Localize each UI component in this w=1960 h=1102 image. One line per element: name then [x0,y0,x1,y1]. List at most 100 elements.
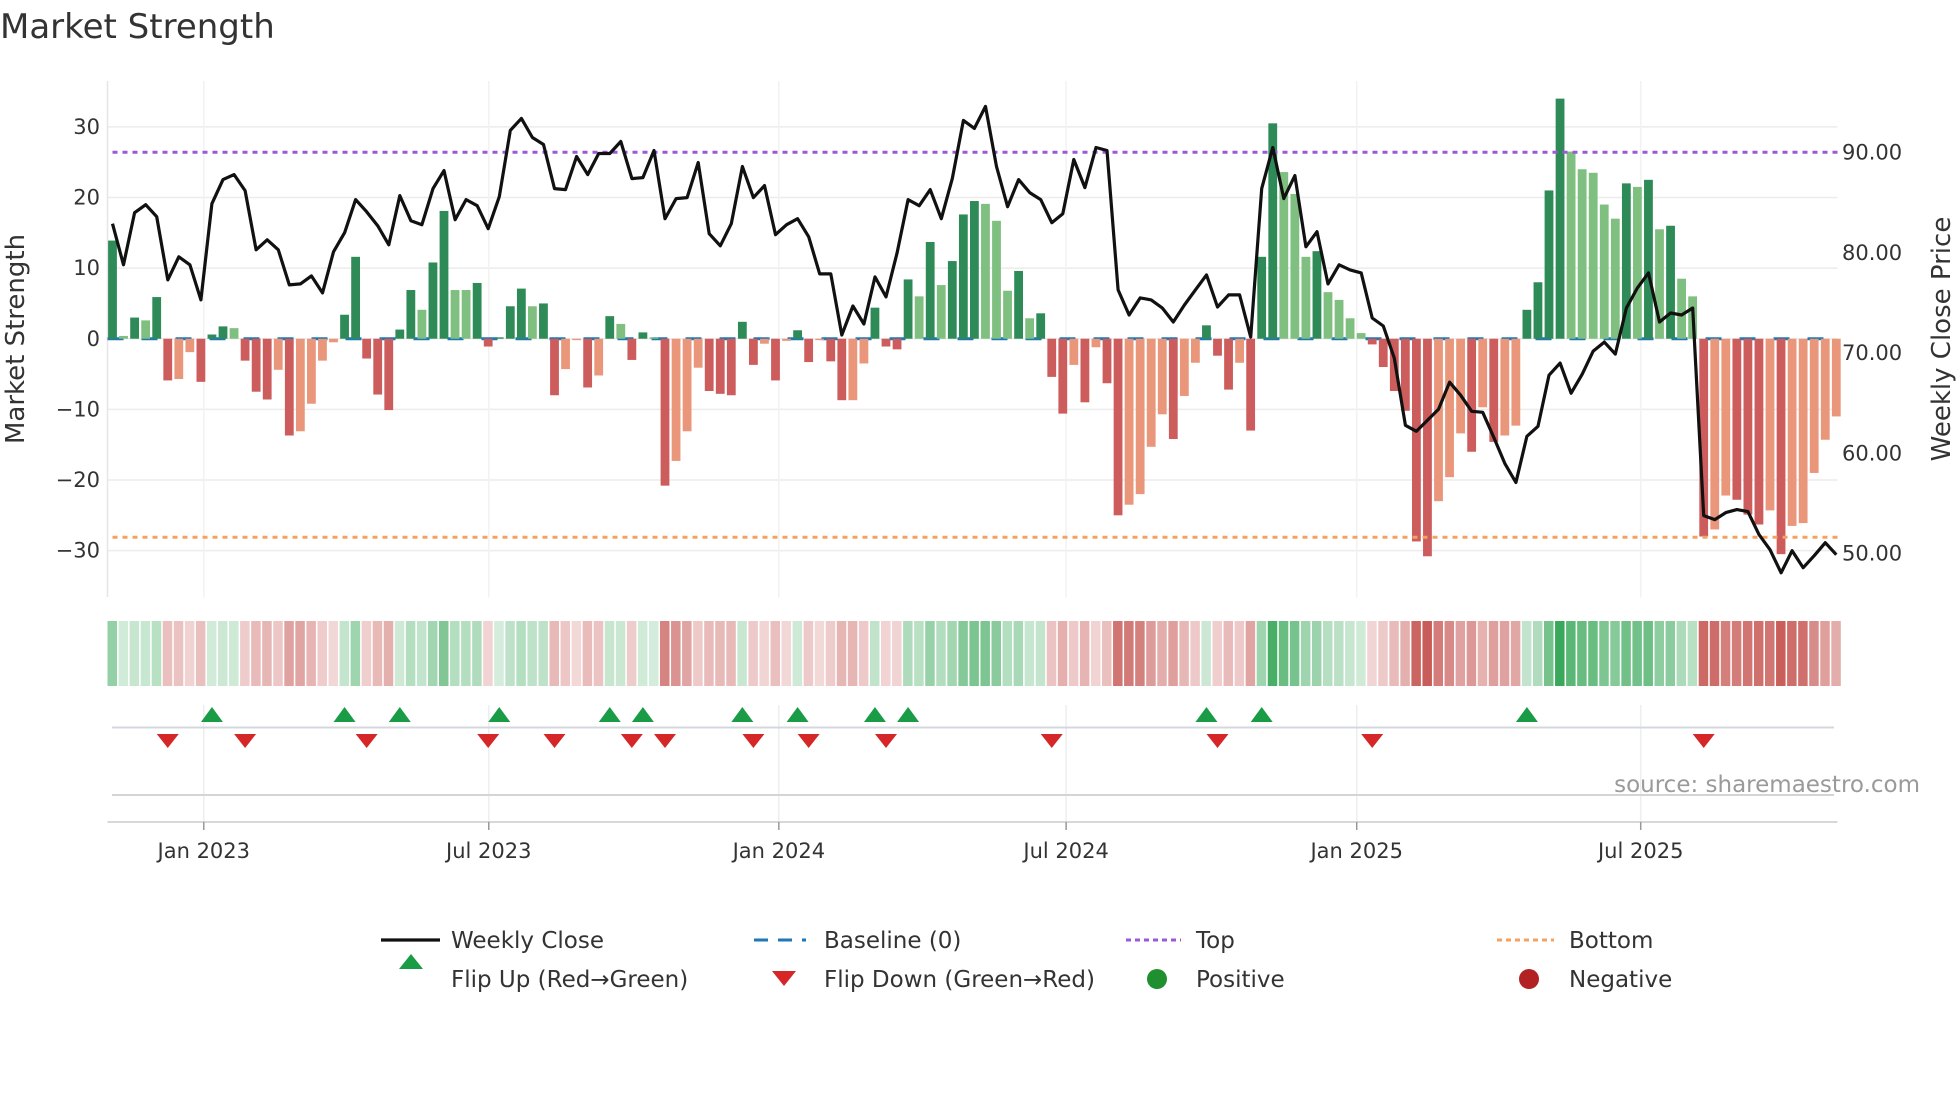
flip-down-marker [875,734,897,748]
strip-cell [140,621,151,686]
strength-bar [1036,313,1046,339]
strip-cell [1002,621,1013,686]
strength-bar [185,338,195,353]
strength-bar [505,306,515,339]
strip-cell [1311,621,1322,686]
flip-down-marker [1361,734,1384,748]
strip-cell [1234,621,1245,686]
flip-down-marker [543,734,566,748]
flip-up-marker [897,707,920,722]
strip-cell [1422,621,1432,686]
strength-bar [1743,338,1753,515]
strip-cell [814,621,825,686]
strip-cell [1809,621,1819,686]
strip-cell [1698,621,1709,686]
strip-cell [1499,621,1510,686]
strip-cell [1024,621,1035,686]
strip-cell [1709,621,1720,686]
legend-flip-down-icon [772,971,796,986]
strip-cell [339,621,350,686]
legend-positive: Positive [1196,967,1285,993]
strip-cell [604,621,615,686]
x-tick-label: Jul 2025 [1596,839,1683,863]
strength-bar [1014,270,1023,339]
strip-cell [1223,621,1234,686]
strip-cell [195,621,206,686]
strength-bar [848,338,858,401]
legend-flip-up-icon [399,954,423,969]
strength-bar [516,288,526,339]
strength-bar [1202,325,1211,339]
strip-cell [858,621,869,686]
strip-cell [1665,621,1676,686]
strip-cell [660,621,670,686]
strength-bar [671,338,681,461]
strip-cell [892,621,902,686]
strength-bar [218,326,228,339]
strength-bar [1290,193,1300,339]
strip-cell [1742,621,1753,686]
strip-cell [869,621,880,686]
strength-bar [528,306,537,339]
strength-bar [1025,318,1035,339]
strength-bar [1721,338,1731,496]
strip-cell [1102,621,1112,686]
strength-bar [1787,338,1797,526]
strip-cell [1621,621,1631,686]
strip-cell [1411,621,1421,686]
strength-bar [196,338,206,382]
strip-cell [671,621,681,686]
strength-bar [1378,338,1388,367]
strength-bar [318,338,327,361]
strength-bar [329,338,338,343]
strip-cell [1676,621,1687,686]
x-tick-label: Jan 2024 [731,839,826,863]
strip-cell [1765,621,1775,686]
strength-bar [605,316,615,339]
strip-cell [1532,621,1543,686]
x-tick-label: Jan 2025 [1308,839,1403,863]
strength-bar [307,338,316,404]
strip-cell [770,621,780,686]
strength-bar [1047,338,1057,377]
strength-bar [1754,338,1764,525]
strength-bar [726,338,736,396]
strip-cell [715,621,725,686]
strip-cell [328,621,338,686]
strip-cell [107,621,117,686]
flip-down-marker [477,734,500,748]
strength-bar [1566,151,1576,339]
flip-up-marker [863,707,886,722]
strength-bar [1367,338,1377,345]
strip-cell [1179,621,1189,686]
strength-bar [1511,338,1521,426]
strength-bar [1776,338,1786,555]
strength-bar [981,203,990,339]
strength-bar [958,214,968,339]
strip-cell [781,621,792,686]
strength-bar [428,262,438,339]
strength-bar [1633,186,1642,339]
strength-bar [262,338,272,400]
strip-cell [991,621,1001,686]
strip-cell [162,621,173,686]
legend: Weekly Close Baseline (0) Top Bottom Fli… [381,928,1672,993]
strength-bar [1666,225,1675,339]
strip-cell [1090,621,1101,686]
y-tick-label: 0 [87,327,100,351]
strength-bar [1610,218,1620,339]
legend-negative-icon [1519,969,1539,989]
strip-cell [1256,621,1267,686]
x-tick-label: Jul 2023 [444,839,531,863]
strength-bar [1533,282,1543,339]
strength-bar [627,338,637,360]
y2-tick-label: 70.00 [1842,341,1902,365]
strip-cell [1466,621,1477,686]
strength-bar [108,240,117,339]
x-tick-label: Jul 2024 [1021,839,1108,863]
y-tick-label: 10 [73,256,100,280]
x-axis-ticks: Jan 2023 Jul 2023 Jan 2024 Jul 2024 Jan 2025… [156,822,1683,863]
y2-tick-label: 60.00 [1842,441,1902,465]
strength-bar [616,323,626,339]
flip-down-marker [654,734,676,748]
